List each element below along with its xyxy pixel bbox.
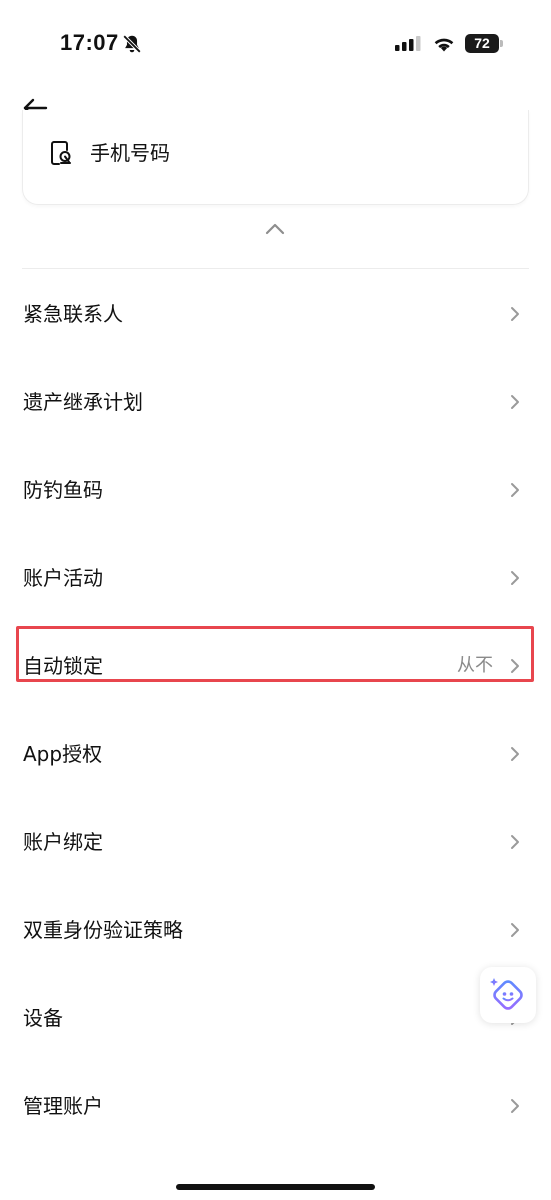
- chevron-right-icon: [511, 571, 519, 585]
- menu-item-label: 设备: [23, 1006, 63, 1030]
- chevron-right-icon: [511, 395, 519, 409]
- status-time: 17:07: [60, 30, 119, 55]
- status-bar: 17:07 72: [0, 0, 551, 90]
- chevron-right-icon: [511, 747, 519, 761]
- menu-item-label: 账户活动: [23, 566, 103, 590]
- chevron-up-icon[interactable]: [264, 222, 286, 236]
- menu-item-label: 自动锁定: [23, 654, 103, 678]
- sparkle-face-icon: [490, 978, 523, 1010]
- menu-item[interactable]: App授权: [0, 710, 551, 798]
- assistant-button[interactable]: [480, 967, 536, 1023]
- menu-item[interactable]: 双重身份验证策略: [0, 886, 551, 974]
- home-indicator: [176, 1184, 375, 1190]
- settings-menu-list: 紧急联系人遗产继承计划 防钓鱼码账户活动自动锁定 从不 App授权账户绑定双重身份验证…: [0, 270, 551, 1150]
- menu-item[interactable]: 管理账户: [0, 1062, 551, 1150]
- wifi-icon: [434, 38, 454, 52]
- battery-level: 72: [474, 35, 490, 51]
- chevron-right-icon: [511, 835, 519, 849]
- chevron-right-icon: [511, 307, 519, 321]
- phone-number-label: 手机号码: [90, 141, 170, 165]
- menu-item[interactable]: 账户活动: [0, 534, 551, 622]
- chevron-right-icon: [511, 923, 519, 937]
- menu-item-label: 紧急联系人: [23, 302, 123, 326]
- phone-icon: [51, 141, 71, 165]
- menu-item[interactable]: 账户绑定: [0, 798, 551, 886]
- menu-item-label: 账户绑定: [23, 830, 103, 854]
- bell-off-icon: [122, 34, 142, 54]
- menu-item-label: 双重身份验证策略: [23, 918, 183, 942]
- chevron-right-icon: [511, 659, 519, 673]
- divider: [22, 268, 529, 269]
- menu-item[interactable]: 紧急联系人: [0, 270, 551, 358]
- menu-item[interactable]: 防钓鱼码: [0, 446, 551, 534]
- chevron-right-icon: [511, 1099, 519, 1113]
- menu-item-label: 遗产继承计划: [23, 390, 143, 414]
- phone-card[interactable]: 手机号码: [22, 110, 529, 205]
- signal-icon: [395, 36, 421, 51]
- menu-item-label: 防钓鱼码: [23, 478, 103, 502]
- menu-item[interactable]: 遗产继承计划: [0, 358, 551, 446]
- chevron-right-icon: [511, 483, 519, 497]
- menu-item[interactable]: 自动锁定 从不: [0, 622, 551, 710]
- menu-item-label: 管理账户: [23, 1094, 103, 1118]
- battery-icon: 72: [465, 34, 503, 53]
- menu-item-label: App授权: [23, 742, 103, 766]
- menu-item-value: 从不: [457, 655, 493, 676]
- menu-item[interactable]: 设备: [0, 974, 551, 1062]
